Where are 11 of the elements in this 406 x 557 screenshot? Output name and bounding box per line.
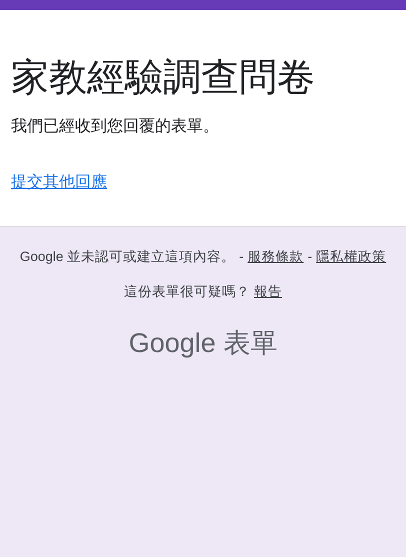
privacy-link[interactable]: 隱私權政策 <box>316 247 386 267</box>
submit-another-link[interactable]: 提交其他回應 <box>11 171 107 195</box>
disclaimer-text: Google 並未認可或建立這項內容。 <box>20 248 236 266</box>
form-title: 家教經驗調查問卷 <box>11 56 316 101</box>
forms-logo: Google 表單 <box>128 327 278 360</box>
suspicious-question: 這份表單很可疑嗎？ <box>124 283 250 301</box>
separator: - <box>308 248 312 266</box>
confirmation-message: 我們已經收到您回覆的表單。 <box>11 116 220 137</box>
separator: - <box>239 248 244 266</box>
terms-link[interactable]: 服務條款 <box>248 247 304 267</box>
report-link[interactable]: 報告 <box>254 282 282 302</box>
